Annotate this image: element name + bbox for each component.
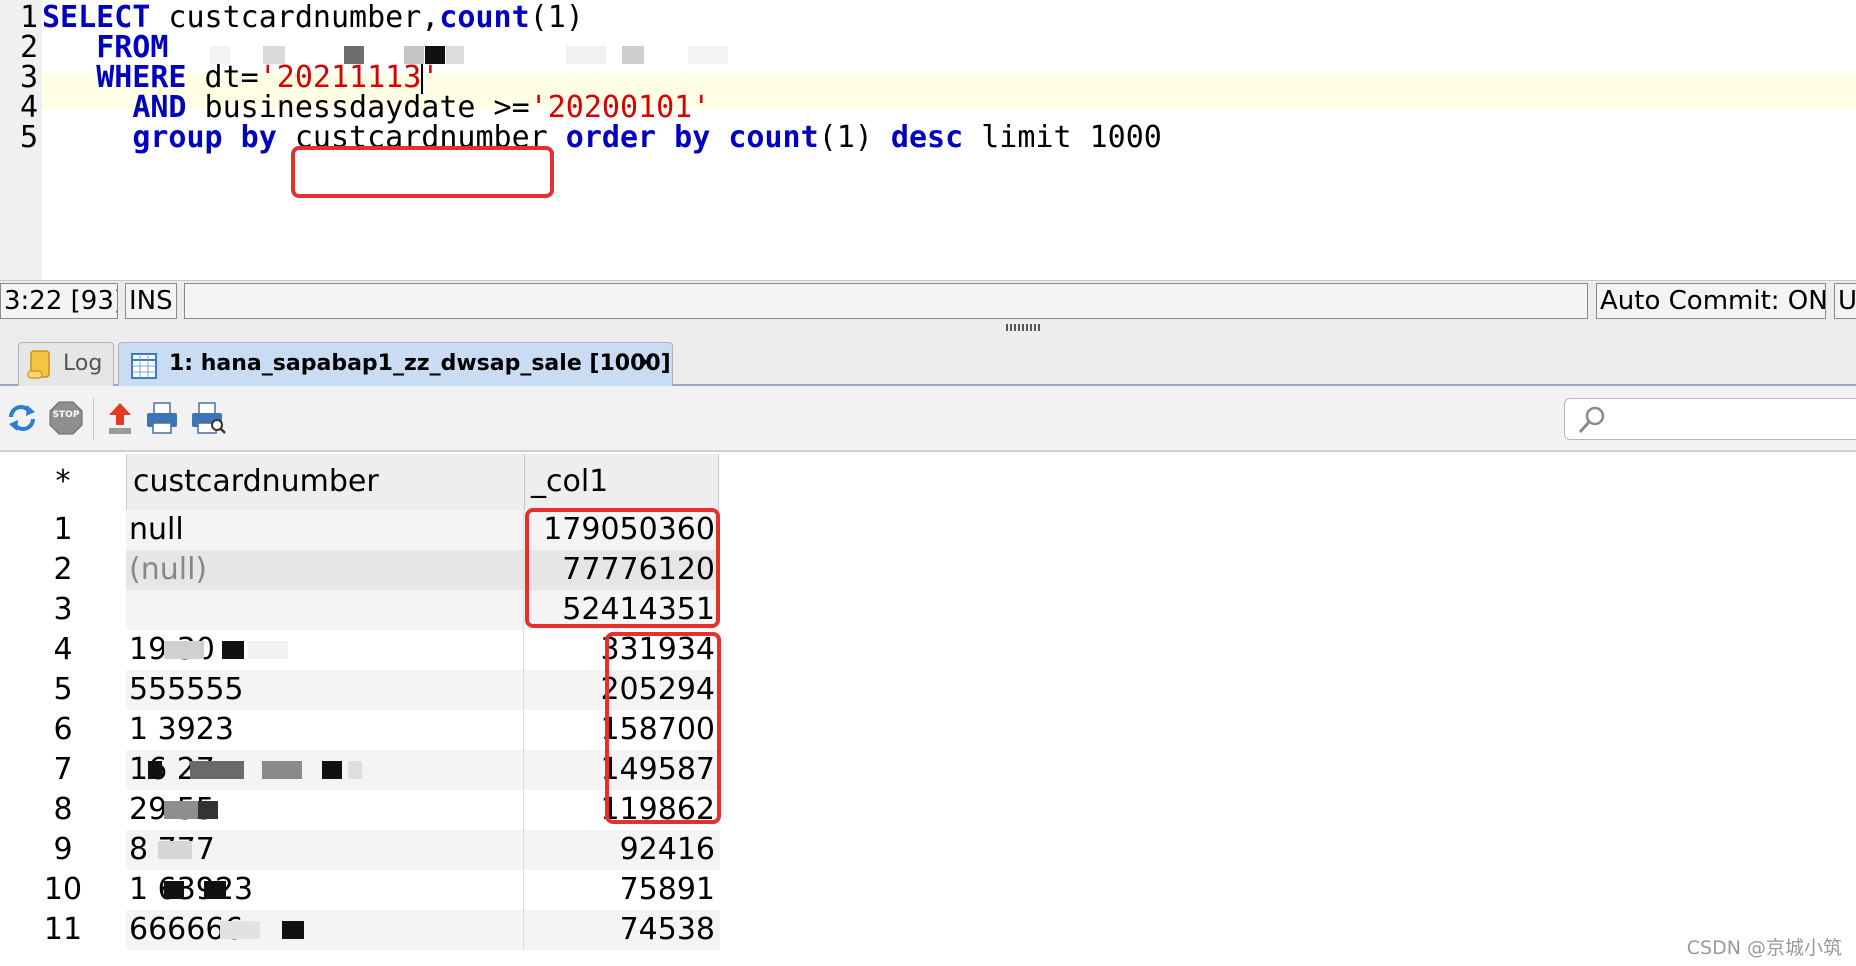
redaction-block	[688, 46, 728, 64]
editor-status-bar: 3:22 [93] INS Auto Commit: ON U	[0, 280, 1856, 320]
cell-custcardnumber[interactable]: 1 63923	[127, 870, 524, 910]
keyword: group by	[132, 120, 277, 155]
stop-label: STOP	[52, 410, 80, 420]
cell-col1[interactable]: 75891	[525, 870, 717, 910]
redaction-block	[566, 46, 606, 64]
table-row[interactable]: 10 1 63923 75891	[0, 870, 720, 910]
print-icon[interactable]	[144, 400, 180, 436]
keyword: desc	[890, 120, 964, 155]
table-grid-icon	[131, 352, 157, 379]
cell-col1[interactable]: 92416	[525, 830, 717, 870]
cell-custcardnumber[interactable]: 1 3923	[127, 710, 524, 750]
row-number: 1	[0, 510, 126, 550]
row-number: 7	[0, 750, 126, 790]
annotation-highlight-box	[525, 508, 720, 628]
cell-col1[interactable]: 74538	[525, 910, 717, 950]
keyword: count	[439, 0, 530, 35]
redaction-block	[322, 761, 342, 779]
insert-mode: INS	[125, 283, 177, 319]
cursor-position: 3:22 [93]	[0, 283, 118, 319]
code-text: limit 1000	[963, 120, 1162, 155]
redaction-block	[164, 801, 198, 819]
encoding-status: U	[1834, 283, 1856, 319]
cell-custcardnumber[interactable]: (null)	[127, 550, 524, 590]
redaction-block	[222, 641, 244, 659]
cell-custcardnumber[interactable]: null	[127, 510, 524, 550]
redaction-block	[190, 761, 244, 779]
table-row-partial[interactable]	[0, 950, 720, 966]
toolbar-separator	[93, 398, 94, 440]
column-header-col1[interactable]: _col1	[525, 454, 719, 510]
tab-query-result-label: 1: hana_sapabap1_zz_dwsap_sale [1000]	[169, 351, 671, 376]
redaction-block	[164, 881, 184, 899]
redaction-block	[198, 801, 218, 819]
redaction-block	[262, 761, 302, 779]
code-line-5[interactable]: group by custcardnumber order by count(1…	[42, 120, 1162, 156]
print-preview-icon[interactable]	[190, 400, 226, 436]
redaction-block	[622, 46, 644, 64]
result-tab-bar: Log 1: hana_sapabap1_zz_dwsap_sale [1000…	[0, 334, 1856, 386]
annotation-highlight-box	[291, 146, 554, 198]
pane-splitter[interactable]	[0, 320, 1856, 334]
refresh-icon[interactable]	[4, 400, 40, 436]
redaction-block	[148, 761, 162, 779]
watermark-text: CSDN @京城小筑	[1686, 937, 1842, 959]
table-row[interactable]: 11 666666 74538	[0, 910, 720, 950]
line-number: 5	[19, 120, 38, 155]
redaction-block	[220, 921, 260, 939]
redaction-block	[248, 641, 288, 659]
search-input[interactable]	[1564, 398, 1856, 440]
row-number: 6	[53, 712, 73, 747]
redaction-block	[204, 881, 226, 899]
result-toolbar: STOP	[0, 386, 1856, 452]
redaction-block	[158, 841, 192, 859]
row-number: 3	[0, 590, 126, 630]
close-icon[interactable]: ✕	[637, 343, 655, 385]
tab-query-result[interactable]: 1: hana_sapabap1_zz_dwsap_sale [1000] ✕	[118, 342, 673, 386]
search-icon	[1577, 405, 1607, 440]
redaction-block	[348, 761, 362, 779]
export-icon[interactable]	[102, 400, 138, 436]
row-number: 8	[53, 792, 73, 827]
row-number: 2	[0, 550, 126, 590]
redaction-block	[164, 641, 204, 659]
row-number: 10	[43, 872, 83, 907]
row-number: 9	[0, 830, 126, 870]
row-number: 11	[0, 910, 126, 950]
sql-editor[interactable]: 1 2 3 4 5 SELECT custcardnumber,count(1)…	[0, 0, 1856, 280]
column-header-custcardnumber[interactable]: custcardnumber	[127, 454, 525, 510]
redaction-block	[446, 46, 464, 64]
status-message	[184, 283, 1588, 319]
line-number-gutter: 1 2 3 4 5	[0, 0, 42, 280]
tab-log-label: Log	[63, 351, 103, 376]
tab-log[interactable]: Log	[18, 342, 114, 386]
cell-custcardnumber[interactable]	[127, 590, 524, 630]
splitter-grip-icon[interactable]	[1006, 324, 1042, 331]
code-text: (1)	[818, 120, 891, 155]
log-scroll-icon	[27, 348, 53, 380]
stop-icon[interactable]: STOP	[48, 400, 84, 436]
result-grid[interactable]: * custcardnumber _col1 1 null 179050360 …	[0, 452, 1856, 966]
keyword: order by	[565, 120, 711, 155]
auto-commit-status[interactable]: Auto Commit: ON	[1596, 283, 1826, 319]
keyword: count	[728, 120, 819, 155]
row-number: 5	[0, 670, 126, 710]
cell-custcardnumber[interactable]: 555555	[127, 670, 524, 710]
cell-custcardnumber[interactable]: 666666	[127, 910, 524, 950]
redaction-block	[282, 921, 304, 939]
annotation-highlight-box	[605, 632, 721, 824]
row-number: 4	[53, 632, 73, 667]
table-row[interactable]: 9 8 777 92416	[0, 830, 720, 870]
code-text: (1)	[529, 0, 584, 35]
corner-header[interactable]: *	[0, 454, 127, 510]
code-text: custcardnumber,	[150, 0, 440, 35]
